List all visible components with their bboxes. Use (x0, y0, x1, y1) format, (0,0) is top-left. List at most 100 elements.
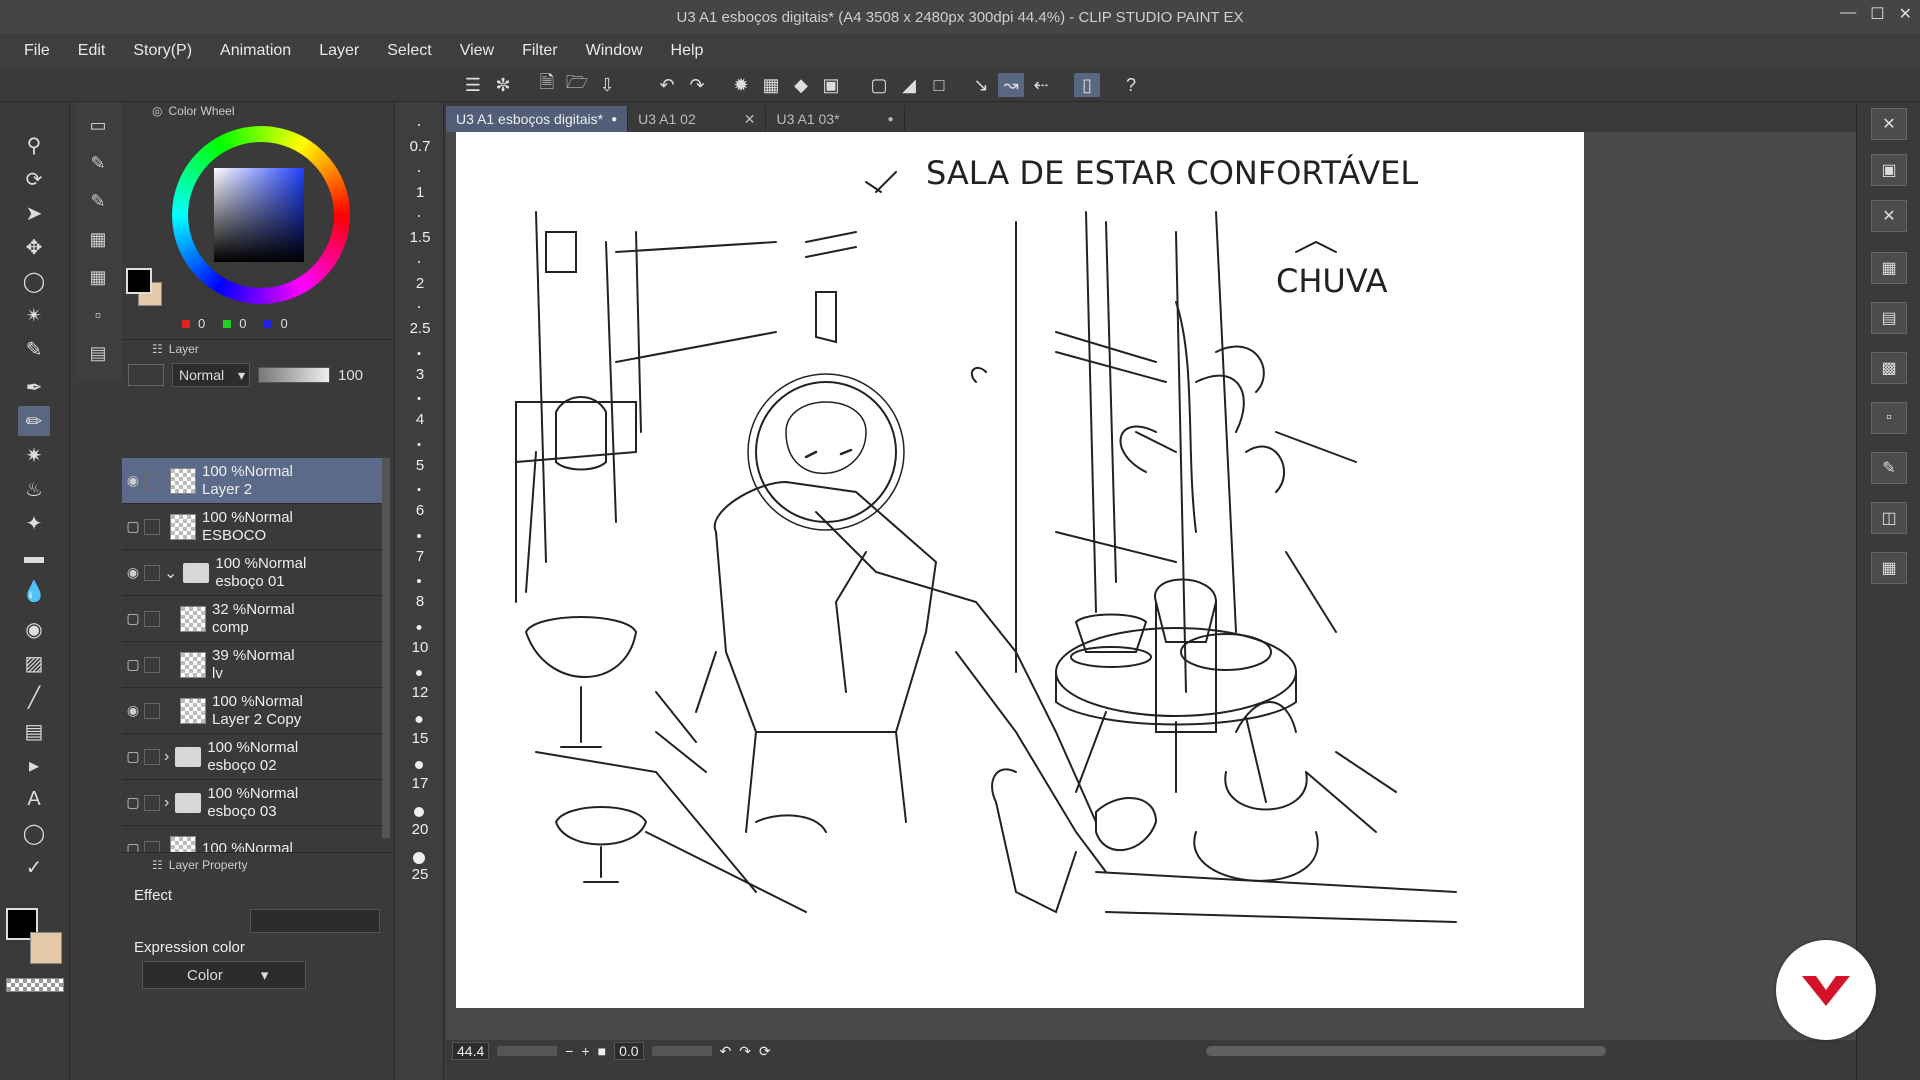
drawing-canvas[interactable]: SALA DE ESTAR CONFORTÁVEL CHUVA (456, 132, 1584, 1008)
fill-tool-icon[interactable]: ◉ (18, 614, 50, 644)
brush-size-label[interactable]: 20 (395, 821, 445, 838)
eye-hidden-icon[interactable]: ▢ (122, 794, 144, 811)
expression-color-select[interactable]: Color ▾ (142, 961, 306, 989)
layer-lock-toggle[interactable] (144, 702, 160, 719)
gradient-icon[interactable]: ▨ (18, 648, 50, 678)
subtool-pencil2-icon[interactable]: ✎ (82, 186, 114, 216)
brush-size-dot[interactable] (416, 624, 422, 630)
chevron-right-icon[interactable]: › (164, 748, 169, 766)
close-icon[interactable]: ● (611, 114, 617, 125)
layer-lock-toggle[interactable] (144, 472, 160, 489)
brush-size-label[interactable]: 0.7 (395, 138, 445, 155)
close-icon[interactable]: ✕ (1899, 4, 1912, 24)
brush-size-label[interactable]: 6 (395, 502, 445, 519)
chevron-down-icon[interactable]: ⌄ (164, 563, 177, 583)
companion-icon[interactable]: ▯ (1074, 73, 1100, 97)
brush-size-label[interactable]: 2.5 (395, 320, 445, 337)
layer-lock-toggle[interactable] (144, 748, 160, 765)
eye-hidden-icon[interactable]: ▢ (122, 610, 144, 627)
clear-outside-icon[interactable]: ▦ (758, 73, 784, 97)
airbrush-icon[interactable]: ♨ (18, 474, 50, 504)
menu-window[interactable]: Window (572, 42, 657, 60)
brush-size-label[interactable]: 1.5 (395, 229, 445, 246)
balloon-icon[interactable]: ◯ (18, 818, 50, 848)
brush-size-dot[interactable] (415, 761, 423, 769)
menu-layer[interactable]: Layer (305, 42, 373, 60)
zoom-field[interactable]: 44.4 (452, 1042, 490, 1060)
brush-size-dot[interactable] (418, 306, 420, 308)
menu-edit[interactable]: Edit (64, 42, 120, 60)
transform-icon[interactable]: ▣ (818, 73, 844, 97)
figure-icon[interactable]: ╱ (18, 682, 50, 712)
brush-size-dot[interactable] (417, 579, 421, 583)
text-icon[interactable]: A (18, 784, 50, 814)
subtool-page-icon[interactable]: ▫ (82, 300, 114, 330)
brush-size-dot[interactable] (413, 852, 425, 864)
horizontal-scrollbar[interactable] (1206, 1046, 1606, 1056)
close-icon[interactable]: ✕ (744, 111, 756, 128)
correct-line-icon[interactable]: ✓ (18, 852, 50, 882)
brush-size-dot[interactable] (414, 806, 424, 817)
decoration-icon[interactable]: ✦ (18, 508, 50, 538)
menu-icon[interactable]: ☰ (460, 73, 486, 97)
help-icon[interactable]: ? (1118, 73, 1144, 97)
tab-a1-03[interactable]: U3 A1 03* ● (766, 106, 905, 132)
blend-icon[interactable]: 💧 (18, 576, 50, 606)
opacity-value[interactable]: 100 (338, 367, 363, 384)
dock-material-icon[interactable]: ▦ (1871, 252, 1907, 284)
menu-filter[interactable]: Filter (508, 42, 572, 60)
menu-animation[interactable]: Animation (206, 42, 305, 60)
opacity-slider[interactable] (258, 367, 330, 383)
layer-lock-toggle[interactable] (144, 564, 160, 581)
zoom-in-icon[interactable]: + (581, 1043, 589, 1059)
rotate-left-icon[interactable]: ↶ (720, 1043, 732, 1060)
subtool-material2-icon[interactable]: ▦ (82, 262, 114, 292)
invert-selection-icon[interactable]: ◢ (896, 73, 922, 97)
chevron-right-icon[interactable]: › (164, 794, 169, 812)
layer-row[interactable]: ▢ › 100 %Normal esboço 02 (122, 734, 382, 780)
selection-launcher-icon[interactable]: □ (926, 73, 952, 97)
menu-view[interactable]: View (446, 42, 508, 60)
brush-size-label[interactable]: 8 (395, 593, 445, 610)
layer-row[interactable]: ◉ ⌄ 100 %Normal esboço 01 (122, 550, 382, 596)
layer-row[interactable]: ◉ 100 %Normal Layer 2 Copy (122, 688, 382, 734)
dock-pages-icon[interactable]: ▩ (1871, 352, 1907, 384)
tab-esbocos[interactable]: U3 A1 esboços digitais* ● (446, 106, 629, 132)
brush-size-label[interactable]: 17 (395, 775, 445, 792)
snap-ruler-icon[interactable]: ↘ (968, 73, 994, 97)
menu-story[interactable]: Story(P) (119, 42, 206, 60)
brush-size-label[interactable]: 1 (395, 184, 445, 201)
subtool-group-icon[interactable]: ▭ (82, 110, 114, 140)
snap-grid-icon[interactable]: ⇠ (1028, 73, 1054, 97)
reset-rotation-icon[interactable]: ⟳ (759, 1043, 771, 1060)
brush-size-label[interactable]: 3 (395, 366, 445, 383)
eye-icon[interactable]: ◉ (122, 472, 144, 489)
layer-lock-toggle[interactable] (144, 518, 160, 535)
sub-color-swatch[interactable] (30, 932, 62, 964)
operation-icon[interactable]: ➤ (18, 198, 50, 228)
close-icon[interactable]: ● (888, 114, 894, 125)
brush-size-label[interactable]: 5 (395, 457, 445, 474)
saturation-value-square[interactable] (214, 168, 304, 262)
fill-icon[interactable]: ◆ (788, 73, 814, 97)
ruler-icon[interactable]: ▸ (18, 750, 50, 780)
brush-size-label[interactable]: 25 (395, 866, 445, 883)
brush-icon[interactable]: ✷ (18, 440, 50, 470)
layer-scrollbar[interactable] (382, 458, 390, 838)
zoom-out-icon[interactable]: − (565, 1043, 573, 1059)
rotate-icon[interactable]: ⟳ (18, 164, 50, 194)
layer-lock-toggle[interactable] (144, 794, 160, 811)
layer-row[interactable]: ▢ › 100 %Normal esboço 03 (122, 780, 382, 826)
hue-wheel[interactable] (172, 126, 350, 304)
eye-hidden-icon[interactable]: ▢ (122, 748, 144, 765)
transparent-color-swatch[interactable] (6, 978, 64, 992)
layer-row[interactable]: ▢ 100 %Normal ESBOCO (122, 504, 382, 550)
brush-size-dot[interactable] (417, 488, 421, 491)
deselect-icon[interactable]: ▢ (866, 73, 892, 97)
redo-icon[interactable]: ↷ (684, 73, 710, 97)
dock-grid-icon[interactable]: ▦ (1871, 552, 1907, 584)
snap-special-ruler-icon[interactable]: ↝ (998, 73, 1024, 97)
menu-select[interactable]: Select (373, 42, 445, 60)
brush-size-label[interactable]: 2 (395, 275, 445, 292)
save-icon[interactable]: ⇩ (594, 73, 620, 97)
